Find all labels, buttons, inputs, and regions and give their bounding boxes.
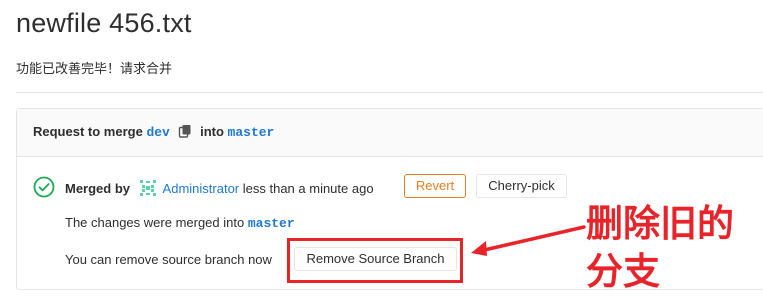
author-link[interactable]: Administrator <box>163 181 240 196</box>
source-branch-link[interactable]: dev <box>146 125 169 140</box>
mr-widget-header: Request to merge dev into master <box>17 109 763 157</box>
remove-branch-text: You can remove source branch now <box>65 252 272 267</box>
merged-into-label: The changes were merged into <box>65 215 245 230</box>
cherry-pick-button[interactable]: Cherry-pick <box>476 174 567 198</box>
merged-time: less than a minute ago <box>242 181 374 196</box>
target-branch-link[interactable]: master <box>228 125 275 140</box>
identicon-avatar[interactable] <box>139 180 156 196</box>
annotation-label: 删除旧的 分支 <box>586 202 734 293</box>
revert-button[interactable]: Revert <box>404 174 466 198</box>
page-title: newfile 456.txt <box>16 8 192 38</box>
into-label: into <box>200 124 224 139</box>
check-circle-icon <box>33 176 55 198</box>
merged-into-text: The changes were merged into master <box>65 215 295 231</box>
mr-description: 功能已改善完毕！请求合并 <box>16 61 173 76</box>
merge-request-source-target: Request to merge dev into master <box>33 124 274 140</box>
request-to-merge-label: Request to merge <box>33 124 143 139</box>
divider <box>16 92 763 93</box>
merged-by-label: Merged by <box>65 181 131 196</box>
merged-by-text: Merged by Administrator less than a minu… <box>65 180 374 196</box>
annotation-arrow-icon <box>471 225 586 256</box>
annotation-highlight-box <box>287 238 463 283</box>
clipboard-icon[interactable] <box>178 124 192 138</box>
merged-into-branch[interactable]: master <box>248 216 295 231</box>
